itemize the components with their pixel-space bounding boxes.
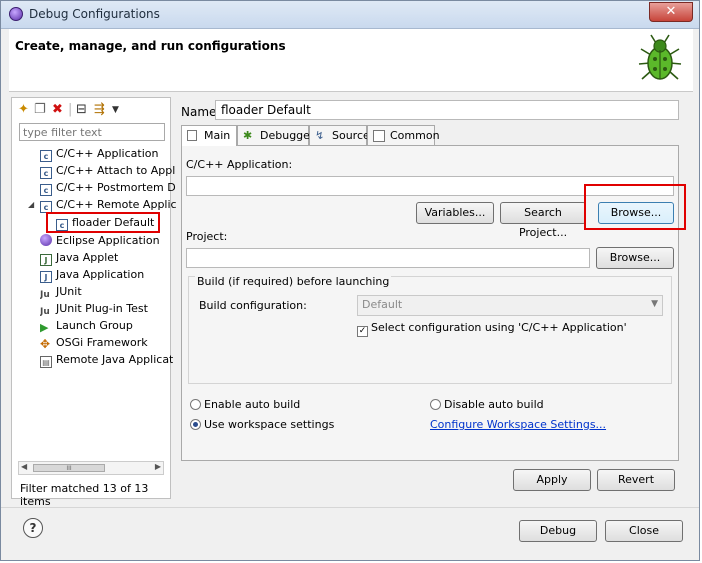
main-tab-panel: C/C++ Application: Variables... Search P… [181,145,686,461]
window-title: Debug Configurations [29,7,160,21]
tree-item-remote-java-application[interactable]: ▤ Remote Java Applicat [40,351,173,368]
radio-icon[interactable] [190,399,201,410]
filter-input[interactable] [19,123,165,141]
tree-item-cpp-postmortem[interactable]: c C/C++ Postmortem D [40,179,176,196]
close-button[interactable]: Close [605,520,683,542]
use-workspace-settings-radio[interactable]: Use workspace settings [190,418,334,431]
radio-icon[interactable] [430,399,441,410]
c-config-icon: c [40,167,52,179]
apply-button[interactable]: Apply [513,469,591,491]
annotation-highlight [584,184,686,230]
tree-item-floader-default[interactable]: c floader Default [45,212,161,233]
project-label: Project: [186,230,228,243]
tree-item-junit-plugin-test[interactable]: Ju JUnit Plug-in Test [40,300,148,317]
collapse-all-icon[interactable]: ⊟ [76,102,87,118]
tab-debugger[interactable]: ✱ Debugger [237,125,314,145]
debug-configurations-window: Debug Configurations ✕ Create, manage, a… [0,0,700,561]
debug-button[interactable]: Debug [519,520,597,542]
select-config-checkbox[interactable]: ✓ Select configuration using 'C/C++ Appli… [357,321,627,337]
disable-auto-build-radio[interactable]: Disable auto build [430,398,544,411]
build-group-title: Build (if required) before launching [195,275,392,288]
tree-horizontal-scrollbar[interactable]: ◀ III ▶ [18,461,164,475]
dialog-footer: ? Debug Close [1,507,699,560]
c-config-icon: c [40,150,52,162]
main-tab-icon [187,130,197,141]
revert-button[interactable]: Revert [597,469,675,491]
delete-icon[interactable]: ✖ [52,102,63,118]
tree-item-cpp-attach[interactable]: c C/C++ Attach to Appl [40,162,175,179]
build-configuration-select[interactable]: Default ▼ [357,295,663,316]
remote-java-icon: ▤ [40,356,52,368]
launch-group-icon: ▶ [40,321,49,334]
osgi-icon: ✥ [40,337,51,351]
build-configuration-label: Build configuration: [199,299,307,312]
c-config-icon: c [40,184,52,196]
variables-button[interactable]: Variables... [416,202,494,224]
tree-item-launch-group[interactable]: ▶ Launch Group [40,317,133,334]
help-icon[interactable]: ? [23,518,43,538]
tree-item-cpp-application[interactable]: c C/C++ Application [40,145,158,162]
eclipse-icon [40,234,52,246]
tree-item-osgi-framework[interactable]: ✥ OSGi Framework [40,334,148,351]
tree-item-java-application[interactable]: J Java Application [40,266,144,283]
tree-item-java-applet[interactable]: J Java Applet [40,249,118,266]
junit-plugin-icon: Ju [40,307,50,317]
c-config-icon: c [40,201,52,213]
cpp-application-label: C/C++ Application: [186,158,293,171]
scroll-left-icon[interactable]: ◀ [21,462,27,471]
window-close-button[interactable]: ✕ [649,2,693,22]
java-app-icon: J [40,271,52,283]
tab-source[interactable]: ↯ Source [309,125,370,145]
duplicate-icon[interactable]: ❐ [34,102,46,118]
java-applet-icon: J [40,254,52,266]
junit-icon: Ju [40,290,50,300]
configuration-editor: Name: floader Default Main ✱ Debugger ↯ So… [177,97,693,499]
eclipse-debug-icon [9,7,23,21]
c-config-icon: c [56,219,68,231]
browse-project-button[interactable]: Browse... [596,247,674,269]
chevron-down-icon: ▼ [651,299,658,309]
source-icon: ↯ [315,129,325,142]
name-input[interactable]: floader Default [215,100,679,120]
enable-auto-build-radio[interactable]: Enable auto build [190,398,300,411]
tree-item-cpp-remote[interactable]: c C/C++ Remote Applic [40,196,177,213]
tree-item-junit[interactable]: Ju JUnit [40,283,82,300]
header-banner: Create, manage, and run configurations [9,29,693,92]
chevron-down-icon[interactable]: ▼ [112,102,119,118]
new-config-icon[interactable]: ✦ [18,102,29,118]
filter-icon[interactable]: ⇶ [94,102,105,118]
project-input[interactable] [186,248,590,268]
tab-common[interactable]: Common [367,125,440,145]
bug-small-icon: ✱ [243,129,253,142]
scroll-thumb[interactable]: III [33,464,105,472]
bug-icon [638,34,682,80]
common-icon [373,130,385,142]
configuration-tree-pane: ✦ ❐ ✖ | ⊟ ⇶ ▼ cC/C++ Application cC/C++ … [11,97,177,508]
tree-item-eclipse-application[interactable]: Eclipse Application [40,232,160,249]
scroll-right-icon[interactable]: ▶ [155,462,161,471]
header-title: Create, manage, and run configurations [15,39,286,53]
title-bar: Debug Configurations ✕ [1,1,699,29]
checkbox-checked-icon[interactable]: ✓ [357,326,368,337]
radio-selected-icon[interactable] [190,419,201,430]
search-project-button[interactable]: Search Project... [500,202,586,239]
build-group: Build (if required) before launching Bui… [188,275,672,384]
filter-status: Filter matched 13 of 13 items [20,482,149,508]
expand-arrow-icon[interactable]: ◢ [28,200,38,209]
configure-workspace-link[interactable]: Configure Workspace Settings... [430,418,606,431]
tab-main[interactable]: Main [181,125,237,146]
